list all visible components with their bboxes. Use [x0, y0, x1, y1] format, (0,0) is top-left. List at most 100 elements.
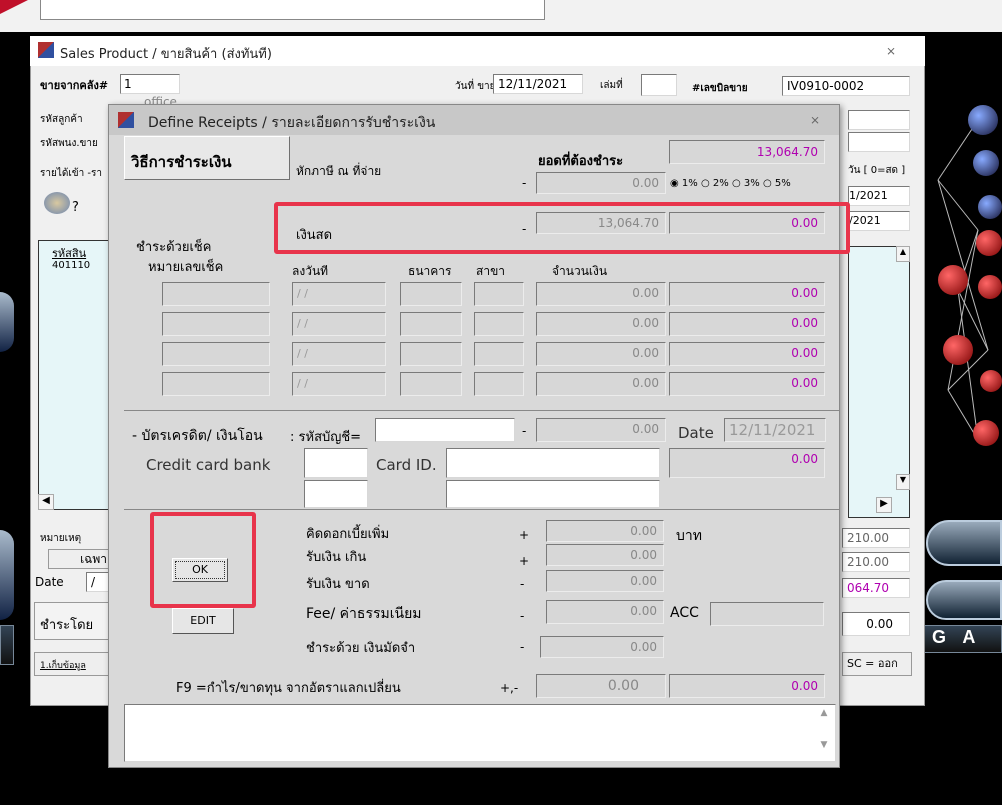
cheque-input-field[interactable]: 0.00 [669, 312, 825, 336]
cheque-number-input[interactable] [162, 342, 270, 366]
cheque-date-input[interactable]: / / [292, 342, 386, 366]
cheque-amount-field[interactable]: 0.00 [536, 312, 666, 336]
card-input-field[interactable]: 0.00 [669, 448, 825, 478]
sales-window-close-button[interactable]: ⨯ [876, 40, 906, 62]
table-scroll-up-button[interactable]: ▲ [896, 246, 910, 262]
cheque-date-input[interactable]: / / [292, 372, 386, 396]
cheque-bank-input[interactable] [400, 342, 462, 366]
sales-window-title: Sales Product / ขายสินค้า (ส่งทันที) [60, 47, 272, 62]
cheque-amount-field[interactable]: 0.00 [536, 342, 666, 366]
card-minus: - [522, 424, 527, 438]
notes-scroll-down-button[interactable]: ▼ [816, 740, 832, 758]
payment-method-heading: วิธีการชำระเงิน [131, 153, 232, 171]
fx-label: F9 =กำไร/ขาดทุน จากอัตราแลกเปลี่ยน [176, 681, 401, 696]
molecule-node [973, 150, 999, 176]
interest-field[interactable]: 0.00 [546, 520, 664, 542]
acc-input[interactable] [710, 602, 824, 626]
due-date-input-1[interactable]: 1/2021 [848, 186, 910, 206]
warehouse-label: ขายจากคลัง# [40, 79, 109, 92]
escape-button[interactable]: SC = ออก [842, 652, 912, 676]
cheque-amount-field[interactable]: 0.00 [536, 372, 666, 396]
handshake-icon[interactable] [44, 192, 70, 214]
income-label: รายได้เข้า -รา [40, 168, 103, 179]
cheque-bank-input[interactable] [400, 372, 462, 396]
due-date-input-2[interactable]: /2021 [848, 211, 910, 231]
outer-input-right-1[interactable] [848, 110, 910, 130]
customer-label: รหัสลูกค้า [40, 114, 83, 125]
radio-checked-icon: ◉ [670, 178, 679, 189]
fee-field[interactable]: 0.00 [546, 600, 664, 624]
card-bank-input-2[interactable] [304, 480, 368, 508]
radio-5pct[interactable]: ○ 5% [763, 178, 791, 189]
cheque-col-amount: จำนวนเงิน [552, 264, 608, 278]
fx-input[interactable]: 0.00 [669, 674, 825, 698]
molecule-node [973, 420, 999, 446]
cheque-heading: ชำระด้วยเช็ค [136, 240, 212, 255]
cheque-branch-input[interactable] [474, 282, 524, 306]
table-scroll-right-button[interactable]: ▶ [876, 497, 892, 513]
card-bank-input[interactable] [304, 448, 368, 478]
cheque-bank-input[interactable] [400, 282, 462, 306]
notes-scroll-up-button[interactable]: ▲ [816, 708, 832, 726]
book-label: เล่มที่ [600, 80, 623, 91]
account-input[interactable] [375, 418, 515, 442]
short-minus: - [520, 577, 525, 591]
collect-data-button[interactable]: 1.เก็บข้อมูล [34, 652, 114, 676]
book-input[interactable] [641, 74, 677, 96]
card-id-input-2[interactable] [446, 480, 660, 508]
molecule-node [938, 265, 968, 295]
receipts-dialog-close-button[interactable]: ⨯ [800, 109, 830, 131]
cheque-input-field[interactable]: 0.00 [669, 282, 825, 306]
cheque-input-field[interactable]: 0.00 [669, 372, 825, 396]
tax-rate-group: ◉ 1% ○ 2% ○ 3% ○ 5% [670, 174, 842, 194]
withholding-minus: - [522, 176, 527, 190]
special-button[interactable]: เฉพา [48, 549, 112, 569]
deposit-field[interactable]: 0.00 [540, 636, 664, 658]
cheque-amount-field[interactable]: 0.00 [536, 282, 666, 306]
molecule-node [978, 195, 1002, 219]
radio-icon: ○ [731, 178, 741, 189]
cheque-branch-input[interactable] [474, 312, 524, 336]
short-field[interactable]: 0.00 [546, 570, 664, 592]
fx-field[interactable]: 0.00 [536, 674, 666, 698]
card-date-label: Date [678, 424, 714, 442]
fx-sign: +,- [500, 681, 519, 695]
warehouse-input[interactable]: 1 office [120, 74, 180, 109]
card-id-input[interactable] [446, 448, 660, 478]
cheque-branch-input[interactable] [474, 342, 524, 366]
short-label: รับเงิน ขาด [306, 577, 370, 592]
cheque-date-input[interactable]: / / [292, 282, 386, 306]
cheque-date-input[interactable]: / / [292, 312, 386, 336]
cheque-bank-input[interactable] [400, 312, 462, 336]
radio-3pct[interactable]: ○ 3% [732, 178, 760, 189]
table-scroll-down-button[interactable]: ▼ [896, 474, 910, 490]
molecule-node [968, 105, 998, 135]
radio-2pct[interactable]: ○ 2% [701, 178, 729, 189]
over-field[interactable]: 0.00 [546, 544, 664, 566]
right-pill [926, 580, 1002, 620]
outer-input-right-2[interactable] [848, 132, 910, 152]
cheque-branch-input[interactable] [474, 372, 524, 396]
total-field-2[interactable]: 210.00 [842, 552, 910, 572]
baht-label: บาท [676, 528, 702, 544]
radio-icon: ○ [700, 178, 710, 189]
table-scroll-left-button[interactable]: ◀ [38, 494, 54, 510]
help-icon[interactable]: ? [72, 200, 79, 215]
cheque-number-input[interactable] [162, 312, 270, 336]
notes-textarea[interactable] [124, 704, 836, 762]
cheque-number-input[interactable] [162, 372, 270, 396]
cheque-input-field[interactable]: 0.00 [669, 342, 825, 366]
bill-number-input[interactable]: IV0910-0002 [782, 76, 910, 96]
sale-date-input[interactable]: 12/11/2021 [493, 74, 583, 94]
table-cell-code[interactable]: 401110 [52, 260, 90, 271]
molecule-graphic [918, 60, 1002, 500]
total-field-3[interactable]: 064.70 [842, 578, 910, 598]
total-field-1[interactable]: 210.00 [842, 528, 910, 548]
radio-1pct[interactable]: ◉ 1% [670, 178, 698, 189]
card-date-input[interactable]: 12/11/2021 [724, 418, 826, 442]
edit-button[interactable]: EDIT [172, 608, 234, 634]
bill-label: #เลขบิลขาย [692, 83, 748, 94]
total-field-4[interactable]: 0.00 [842, 612, 910, 636]
cheque-number-input[interactable] [162, 282, 270, 306]
amount-due-label: ยอดที่ต้องชำระ [538, 154, 624, 169]
